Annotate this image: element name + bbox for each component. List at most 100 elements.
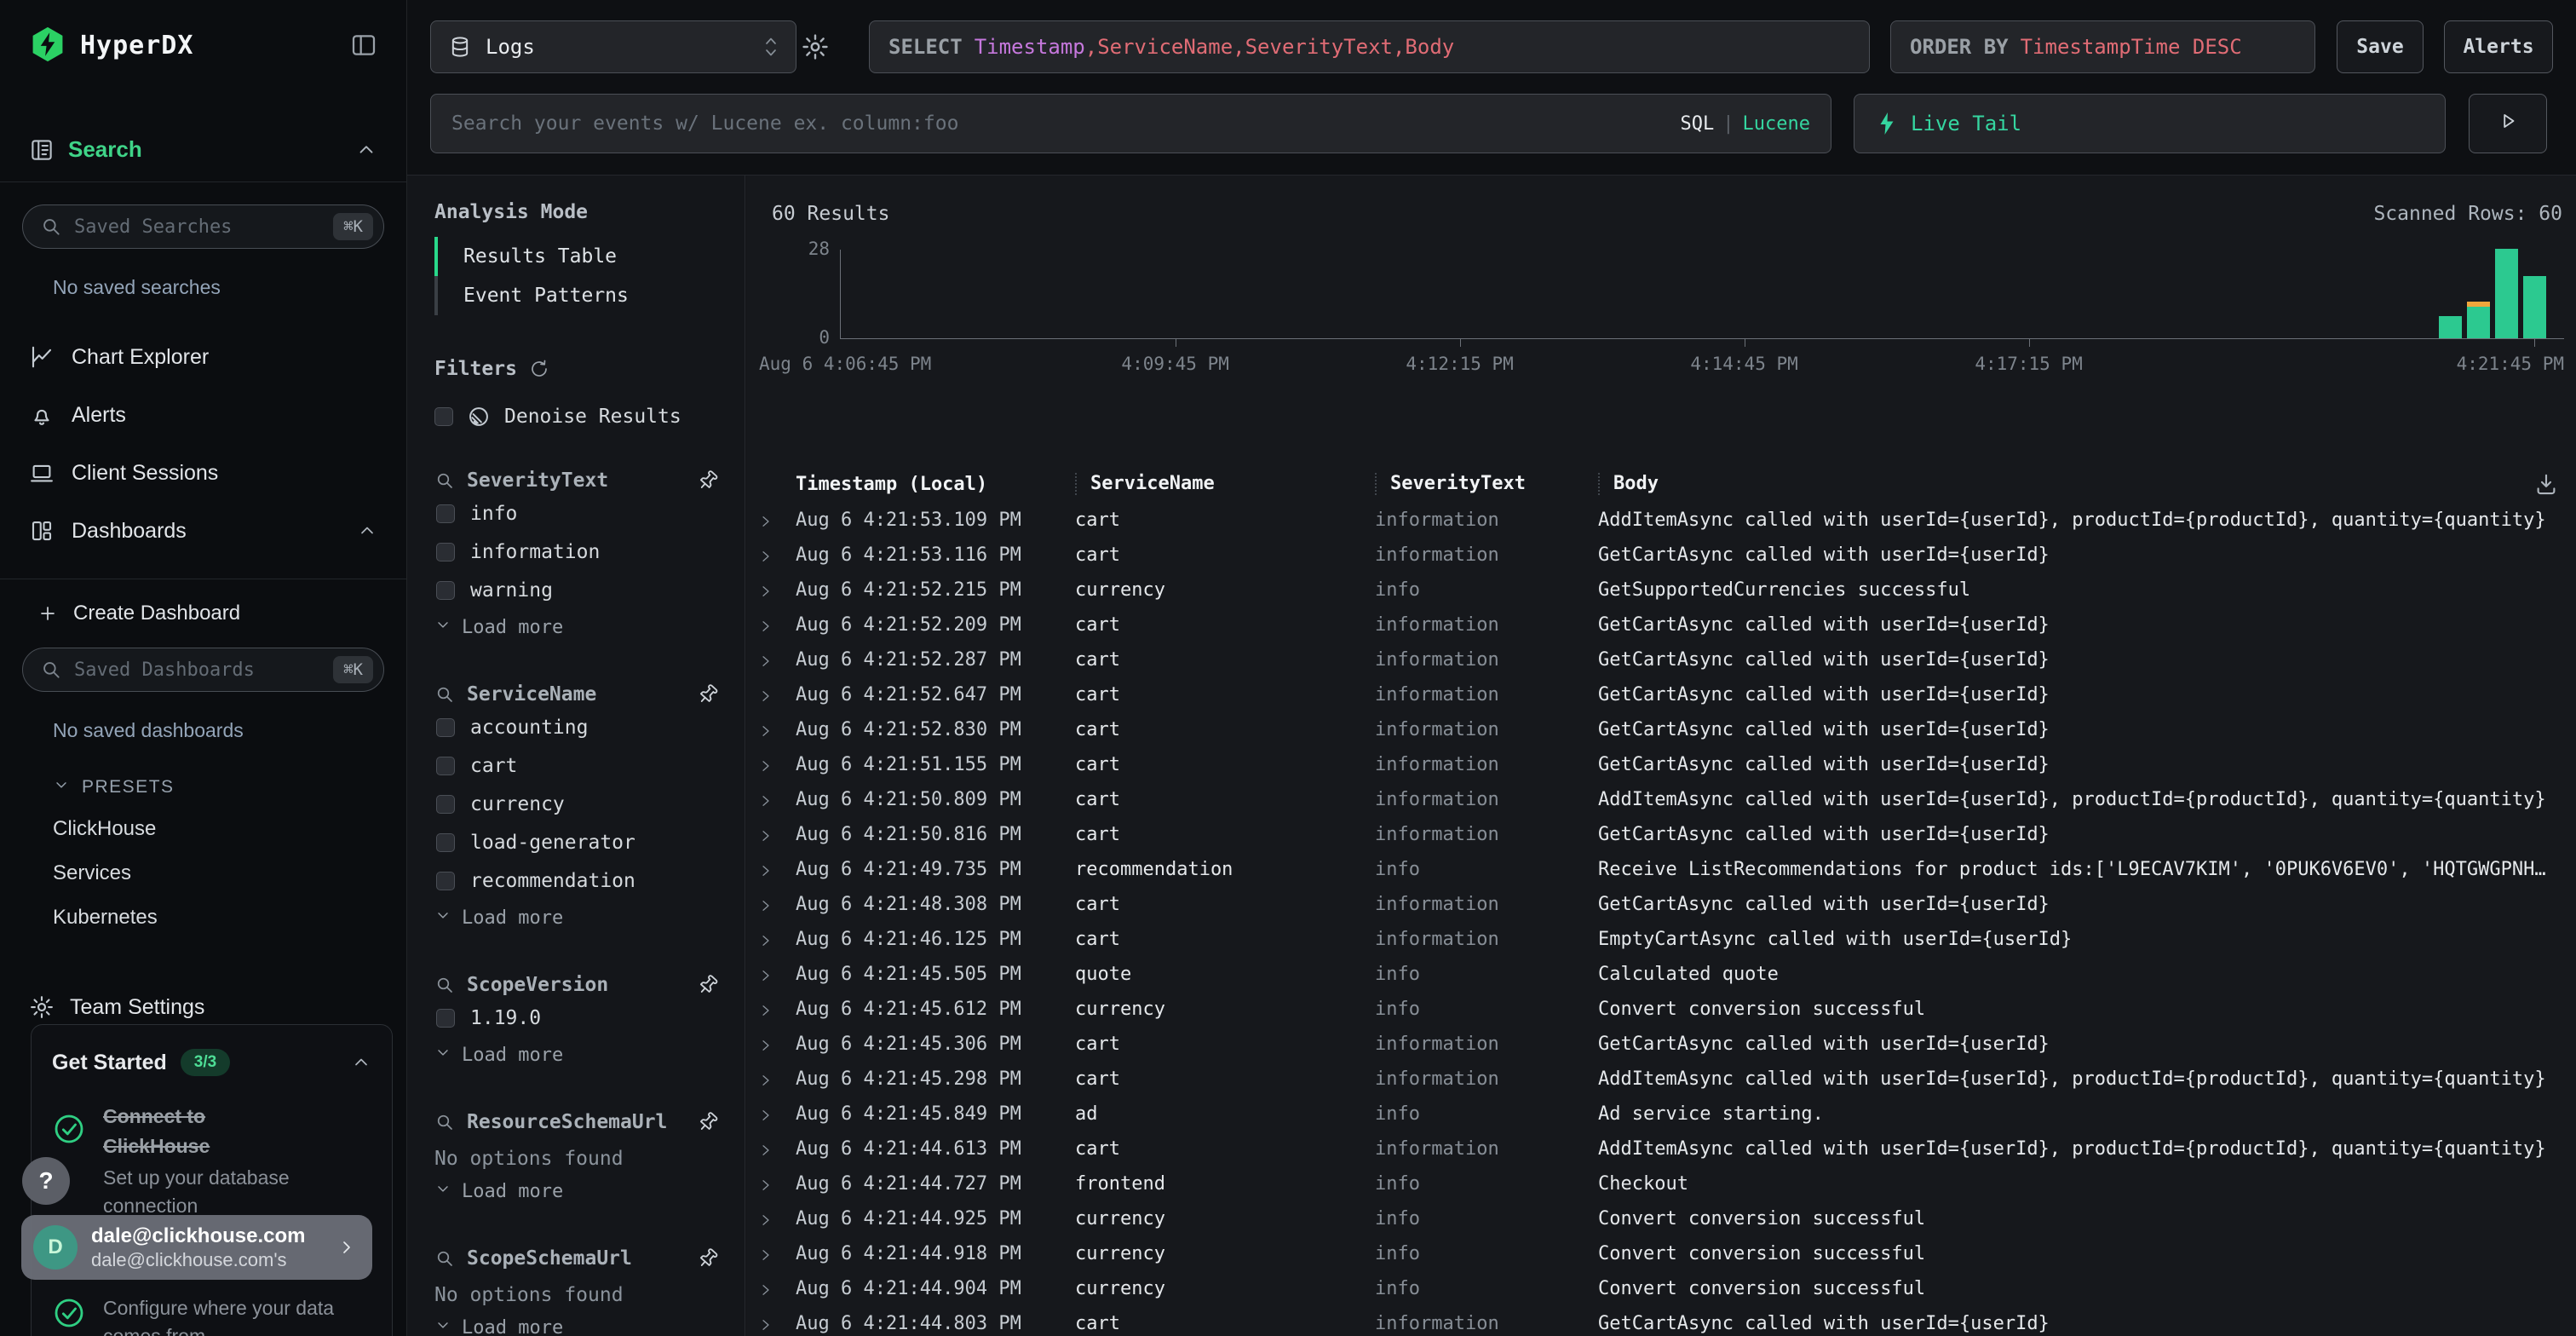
row-expand-icon[interactable] — [758, 862, 773, 878]
column-header-severitytext[interactable]: SeverityText — [1375, 473, 1598, 495]
sql-toggle[interactable]: SQL — [1681, 113, 1715, 135]
row-expand-icon[interactable] — [758, 1002, 773, 1017]
sidebar-item-dashboards[interactable]: Dashboards — [0, 502, 406, 560]
sidebar-item-search[interactable]: Search — [29, 136, 377, 163]
filter-option-cart[interactable]: cart — [434, 746, 719, 785]
presets-toggle[interactable]: PRESETS — [53, 776, 377, 798]
search-icon[interactable] — [434, 470, 455, 491]
table-row[interactable]: Aug 6 4:21:50.809 PMcartinformationAddIt… — [746, 782, 2576, 817]
search-icon[interactable] — [434, 1248, 455, 1269]
load-more-button[interactable]: Load more — [434, 609, 719, 645]
chevron-up-icon[interactable] — [351, 1052, 371, 1073]
row-expand-icon[interactable] — [758, 932, 773, 947]
table-row[interactable]: Aug 6 4:21:44.925 PMcurrencyinfoConvert … — [746, 1201, 2576, 1236]
get-started-item[interactable]: Connect to ClickHouse Set up your databa… — [52, 1102, 371, 1221]
preset-item-services[interactable]: Services — [0, 851, 406, 895]
column-header-timestamp[interactable]: Timestamp (Local) — [796, 474, 1075, 495]
filter-option-information[interactable]: information — [434, 533, 719, 571]
histogram-bar[interactable] — [2495, 249, 2518, 338]
pin-icon[interactable] — [697, 469, 719, 492]
row-expand-icon[interactable] — [758, 688, 773, 703]
preset-item-kubernetes[interactable]: Kubernetes — [0, 895, 406, 940]
get-started-item[interactable]: Configure where your data comes from — [52, 1294, 371, 1336]
table-row[interactable]: Aug 6 4:21:49.735 PMrecommendationinfoRe… — [746, 852, 2576, 887]
results-histogram[interactable]: 28 0 Aug 6 4:06:45 PM4:09:45 PM4:12:15 P… — [746, 227, 2576, 431]
table-row[interactable]: Aug 6 4:21:44.727 PMfrontendinfoCheckout — [746, 1166, 2576, 1201]
sidebar-item-alerts[interactable]: Alerts — [0, 386, 406, 444]
row-expand-icon[interactable] — [758, 618, 773, 633]
row-expand-icon[interactable] — [758, 548, 773, 563]
table-row[interactable]: Aug 6 4:21:45.849 PMadinfoAd service sta… — [746, 1097, 2576, 1132]
pin-icon[interactable] — [697, 683, 719, 705]
row-expand-icon[interactable] — [758, 583, 773, 598]
row-expand-icon[interactable] — [758, 827, 773, 843]
live-tail-button[interactable]: Live Tail — [1854, 94, 2446, 153]
checkbox[interactable] — [436, 757, 455, 775]
checkbox[interactable] — [436, 581, 455, 600]
table-row[interactable]: Aug 6 4:21:50.816 PMcartinformationGetCa… — [746, 817, 2576, 852]
refresh-icon[interactable] — [529, 359, 549, 379]
collapse-sidebar-icon[interactable] — [350, 32, 377, 59]
row-expand-icon[interactable] — [758, 513, 773, 528]
checkbox[interactable] — [436, 718, 455, 737]
tab-results-table[interactable]: Results Table — [434, 237, 719, 276]
save-button[interactable]: Save — [2337, 20, 2424, 73]
user-popover[interactable]: D dale@clickhouse.com dale@clickhouse.co… — [21, 1215, 372, 1280]
filter-option-1.19.0[interactable]: 1.19.0 — [434, 999, 719, 1037]
alerts-button[interactable]: Alerts — [2444, 20, 2553, 73]
checkbox[interactable] — [436, 504, 455, 523]
event-search-bar[interactable]: SQL | Lucene — [430, 94, 1831, 153]
lucene-toggle[interactable]: Lucene — [1743, 113, 1810, 135]
sidebar-item-client-sessions[interactable]: Client Sessions — [0, 444, 406, 502]
row-expand-icon[interactable] — [758, 1247, 773, 1262]
table-row[interactable]: Aug 6 4:21:44.918 PMcurrencyinfoConvert … — [746, 1236, 2576, 1271]
order-by-input[interactable]: ORDER BY TimestampTime DESC — [1890, 20, 2315, 73]
filter-option-recommendation[interactable]: recommendation — [434, 861, 719, 900]
table-row[interactable]: Aug 6 4:21:45.505 PMquoteinfoCalculated … — [746, 957, 2576, 992]
row-expand-icon[interactable] — [758, 1037, 773, 1052]
row-expand-icon[interactable] — [758, 1177, 773, 1192]
tab-event-patterns[interactable]: Event Patterns — [434, 276, 719, 315]
checkbox[interactable] — [436, 872, 455, 890]
table-row[interactable]: Aug 6 4:21:44.904 PMcurrencyinfoConvert … — [746, 1271, 2576, 1306]
get-started-header[interactable]: Get Started 3/3 — [52, 1049, 371, 1076]
checkbox[interactable] — [436, 833, 455, 852]
pin-icon[interactable] — [697, 1247, 719, 1270]
filter-option-accounting[interactable]: accounting — [434, 708, 719, 746]
row-expand-icon[interactable] — [758, 1142, 773, 1157]
histogram-bar[interactable] — [2523, 276, 2546, 338]
table-row[interactable]: Aug 6 4:21:52.209 PMcartinformationGetCa… — [746, 608, 2576, 642]
saved-searches-field[interactable] — [74, 216, 321, 238]
histogram-bar[interactable] — [2439, 316, 2462, 338]
table-row[interactable]: Aug 6 4:21:53.109 PMcartinformationAddIt… — [746, 503, 2576, 538]
pin-icon[interactable] — [697, 1111, 719, 1133]
filter-option-warning[interactable]: warning — [434, 571, 719, 609]
row-expand-icon[interactable] — [758, 1072, 773, 1087]
histogram-bar[interactable] — [2467, 302, 2490, 338]
table-row[interactable]: Aug 6 4:21:53.116 PMcartinformationGetCa… — [746, 538, 2576, 573]
load-more-button[interactable]: Load more — [434, 1037, 719, 1073]
row-expand-icon[interactable] — [758, 1107, 773, 1122]
saved-dashboards-input[interactable]: ⌘K — [22, 648, 384, 692]
gear-icon[interactable] — [801, 32, 830, 61]
table-row[interactable]: Aug 6 4:21:44.613 PMcartinformationAddIt… — [746, 1132, 2576, 1166]
column-header-body[interactable]: Body — [1598, 473, 2576, 495]
row-expand-icon[interactable] — [758, 757, 773, 773]
sidebar-item-chart-explorer[interactable]: Chart Explorer — [0, 328, 406, 386]
chevron-up-icon[interactable] — [357, 521, 377, 541]
table-row[interactable]: Aug 6 4:21:46.125 PMcartinformationEmpty… — [746, 922, 2576, 957]
denoise-results-toggle[interactable]: Denoise Results — [434, 402, 719, 431]
table-row[interactable]: Aug 6 4:21:44.803 PMcartinformationGetCa… — [746, 1306, 2576, 1336]
table-row[interactable]: Aug 6 4:21:48.308 PMcartinformationGetCa… — [746, 887, 2576, 922]
row-expand-icon[interactable] — [758, 1316, 773, 1332]
chevron-up-icon[interactable] — [355, 139, 377, 161]
table-row[interactable]: Aug 6 4:21:52.287 PMcartinformationGetCa… — [746, 642, 2576, 677]
load-more-button[interactable]: Load more — [434, 900, 719, 936]
search-icon[interactable] — [434, 1112, 455, 1132]
row-expand-icon[interactable] — [758, 1281, 773, 1297]
table-row[interactable]: Aug 6 4:21:51.155 PMcartinformationGetCa… — [746, 747, 2576, 782]
table-row[interactable]: Aug 6 4:21:45.306 PMcartinformationGetCa… — [746, 1027, 2576, 1062]
filter-option-currency[interactable]: currency — [434, 785, 719, 823]
help-button[interactable]: ? — [22, 1157, 70, 1205]
table-row[interactable]: Aug 6 4:21:52.647 PMcartinformationGetCa… — [746, 677, 2576, 712]
